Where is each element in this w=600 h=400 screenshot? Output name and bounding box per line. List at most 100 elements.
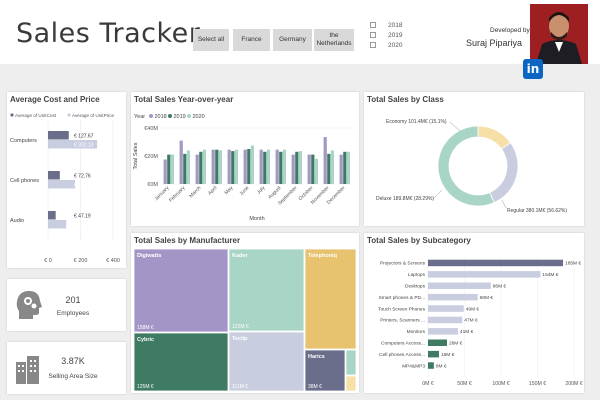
tile-value: 111M € (232, 384, 248, 390)
year-slicer: 2018 2019 2020 (370, 20, 402, 50)
data-label: € 127.67 (74, 134, 94, 140)
tile-name: Cybric (137, 337, 154, 343)
country-netherlands-button[interactable]: the Netherlands (314, 29, 354, 51)
y-axis-label: Total Sales (133, 142, 139, 169)
area-kpi-card: 3.87K Selling Area Size (7, 342, 126, 394)
category-label: Cell phones Access... (379, 352, 425, 358)
year-option-2020[interactable]: 2020 (370, 40, 402, 50)
category-label: Touch Screen Phones (378, 306, 426, 312)
tile-value: 158M € (137, 325, 154, 331)
data-label: € 167.08 (74, 183, 94, 189)
bar (170, 154, 174, 184)
checkbox[interactable] (370, 42, 376, 48)
year-label: 2020 (388, 41, 403, 49)
area-label: Selling Area Size (48, 373, 98, 380)
data-label: € 112.03 (74, 223, 93, 229)
x-tick-label: 200M € (565, 381, 582, 387)
category-label: Projectors & Screens (380, 261, 426, 267)
bar (48, 220, 67, 229)
bar (428, 362, 434, 369)
donut-slice (489, 142, 519, 204)
bar (298, 151, 302, 184)
data-label: € 47.19 (74, 214, 91, 220)
tile-value: 122M € (232, 324, 249, 330)
category-label: Computers Access... (381, 341, 425, 347)
treemap-tile (133, 248, 229, 333)
developer-photo (530, 4, 588, 64)
legend-label: 2020 (193, 114, 205, 120)
subcategory-chart: 0M € 50M € 100M € 150M € 200M € Projectors & … (378, 257, 583, 387)
manufacturer-card: Total Sales by Manufacturer Digiwatts 158… (131, 233, 359, 393)
donut-slice (477, 125, 512, 150)
class-donut-chart: Economy 101.4M€ (15.1%) Deluxe 189.8M€ (2… (376, 119, 567, 214)
tile-value: 125M € (137, 384, 154, 390)
data-label: 41M € (460, 329, 474, 335)
avg-cost-price-card: Average Cost and Price Average of UnitCo… (7, 92, 126, 268)
category-label: Monitors (407, 329, 426, 335)
bar (346, 151, 350, 184)
legend-title: Year (134, 114, 145, 120)
bar (428, 259, 564, 267)
tile-name: Kader (232, 253, 248, 259)
yoy-card: Total Sales Year-over-year Year 2018 2019 2… (131, 92, 359, 226)
x-tick-label: February (168, 185, 187, 204)
bar (330, 150, 334, 184)
x-tick-label: April (207, 185, 218, 196)
checkbox[interactable] (370, 22, 376, 28)
country-germany-button[interactable]: Germany (273, 29, 312, 51)
bar (279, 151, 283, 184)
data-label: 8M € (436, 363, 447, 369)
bar (428, 328, 458, 335)
x-tick-label: 100M € (492, 381, 509, 387)
bar (428, 350, 439, 358)
bar (428, 271, 541, 278)
bar (291, 154, 295, 184)
checkbox[interactable] (370, 32, 376, 38)
tile-name: Harics (308, 354, 325, 360)
year-label: 2018 (388, 21, 403, 29)
x-tick-label: June (239, 185, 251, 197)
bar (428, 339, 447, 346)
category-label: MP4&MP3 (402, 363, 425, 369)
class-card: Total Sales by Class Economy 101.4M€ (15… (364, 92, 584, 226)
legend-label: Average of UnitCost (15, 113, 57, 118)
avg-cost-price-chart: Average of UnitCost Average of UnitPrice €… (10, 113, 120, 264)
bar (323, 137, 327, 184)
category-label: Printers, Scanners ... (380, 318, 425, 324)
data-label: 185M € (565, 261, 581, 267)
treemap-tile (345, 375, 357, 392)
treemap-tile (345, 349, 357, 376)
leader-line (433, 189, 443, 199)
bar (307, 154, 311, 184)
country-france-button[interactable]: France (233, 29, 270, 51)
country-select-all-button[interactable]: Select all (193, 29, 229, 51)
data-label: 86M € (493, 284, 507, 290)
data-label: 49M € (466, 306, 480, 312)
bar (48, 180, 76, 189)
leader-line (501, 199, 507, 209)
bar (202, 149, 206, 184)
year-option-2019[interactable]: 2019 (370, 30, 402, 40)
category-label: Audio (10, 218, 24, 224)
y-tick-label: €0M (147, 182, 158, 188)
x-tick-label: € 0 (44, 258, 52, 264)
head-gears-icon (16, 291, 42, 319)
x-tick-label: 50M € (457, 381, 472, 387)
linkedin-icon[interactable]: in (523, 59, 543, 79)
legend-marker (149, 114, 153, 118)
bar (199, 151, 203, 184)
bar (195, 154, 199, 184)
year-option-2018[interactable]: 2018 (370, 20, 402, 30)
category-label: Desktops (405, 284, 426, 290)
x-tick-label: May (223, 185, 234, 196)
category-label: Smart phones & PD... (379, 295, 425, 301)
year-label: 2019 (388, 31, 403, 39)
data-label: 154M € (542, 272, 558, 278)
bar (48, 211, 56, 220)
slice-label: Deluxe 189.8M€ (28.29%) (376, 196, 434, 202)
tile-name: Teclip (232, 336, 248, 342)
page-title: Sales Tracker (16, 18, 201, 49)
bar (179, 140, 183, 184)
bar (314, 158, 318, 184)
data-label: 47M € (464, 318, 478, 324)
